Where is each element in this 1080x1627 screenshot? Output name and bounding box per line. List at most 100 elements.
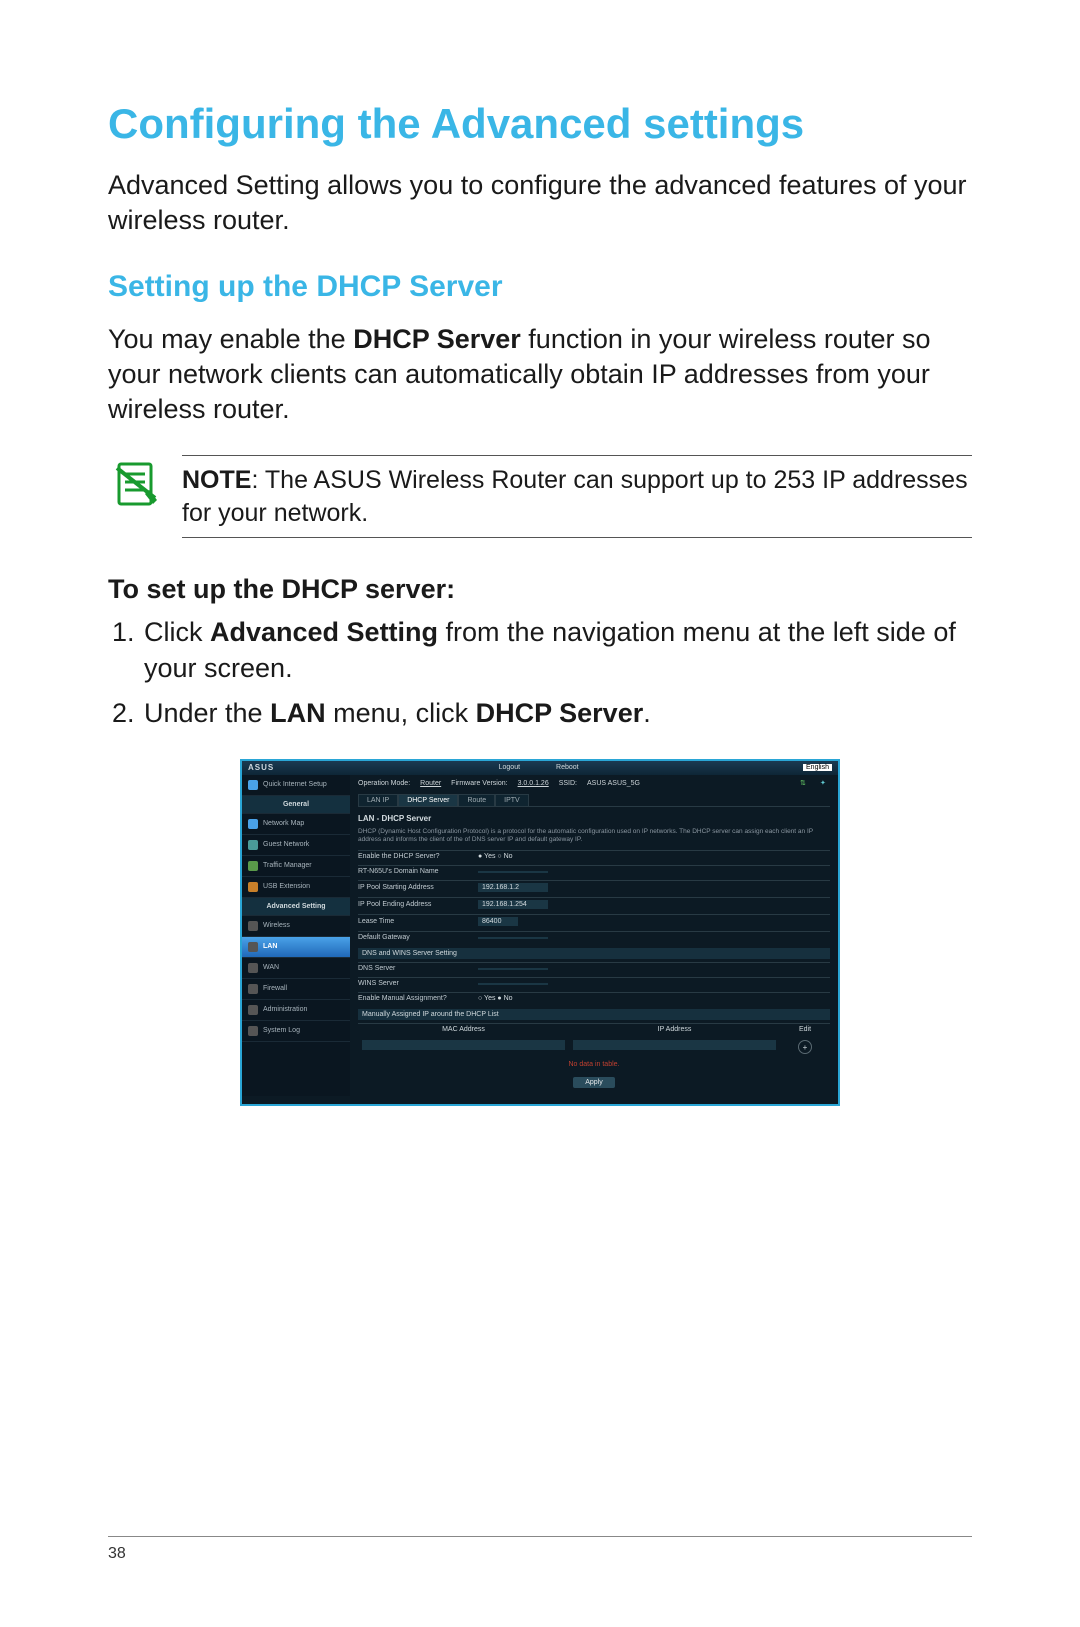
tab-iptv[interactable]: IPTV	[495, 794, 529, 806]
para2-pre: You may enable the	[108, 324, 353, 354]
lease-input[interactable]: 86400	[478, 917, 518, 926]
ssid-value: ASUS ASUS_5G	[587, 780, 640, 787]
step1-bold: Advanced Setting	[210, 617, 438, 647]
note-text: NOTE: The ASUS Wireless Router can suppo…	[182, 455, 972, 538]
sidebar-network-map[interactable]: Network Map	[242, 814, 350, 835]
procedure-heading: To set up the DHCP server:	[108, 574, 972, 605]
ip-start-label: IP Pool Starting Address	[358, 884, 478, 891]
ip-end-input[interactable]: 192.168.1.254	[478, 900, 548, 909]
step2-post: .	[643, 698, 651, 728]
note-label: NOTE	[182, 466, 251, 494]
ip-end-label: IP Pool Ending Address	[358, 901, 478, 908]
sidebar-lan[interactable]: LAN	[242, 937, 350, 958]
note-icon	[108, 455, 164, 511]
brand-logo: ASUS	[248, 763, 274, 772]
step1-pre: Click	[144, 617, 210, 647]
fw-label: Firmware Version:	[451, 780, 507, 787]
tab-bar: LAN IP DHCP Server Route IPTV	[358, 794, 830, 807]
sidebar-label: Guest Network	[263, 841, 309, 848]
no-data-text: No data in table.	[358, 1059, 830, 1070]
ssid-label: SSID:	[559, 780, 577, 787]
dns-section-header: DNS and WINS Server Setting	[358, 948, 830, 959]
mac-input[interactable]	[362, 1040, 565, 1050]
sidebar-administration[interactable]: Administration	[242, 1000, 350, 1021]
step-1: 1. Click Advanced Setting from the navig…	[112, 615, 972, 685]
manual-assign-label: Enable Manual Assignment?	[358, 995, 478, 1002]
step-num: 1.	[112, 615, 144, 685]
sidebar-label: LAN	[263, 943, 277, 950]
panel-title: LAN - DHCP Server	[358, 814, 830, 823]
col-edit: Edit	[780, 1026, 830, 1033]
sidebar-label: Firewall	[263, 985, 287, 992]
main-panel: Operation Mode: Router Firmware Version:…	[350, 775, 838, 1097]
gateway-label: Default Gateway	[358, 934, 478, 941]
sidebar-system-log[interactable]: System Log	[242, 1021, 350, 1042]
reboot-button[interactable]: Reboot	[556, 764, 579, 771]
sidebar-wireless[interactable]: Wireless	[242, 916, 350, 937]
dhcp-paragraph: You may enable the DHCP Server function …	[108, 322, 972, 427]
page-number: 38	[108, 1545, 126, 1563]
para2-bold: DHCP Server	[353, 324, 521, 354]
dns-label: DNS Server	[358, 965, 478, 972]
manual-ip-section-header: Manually Assigned IP around the DHCP Lis…	[358, 1009, 830, 1020]
sidebar-quick-setup[interactable]: Quick Internet Setup	[242, 775, 350, 796]
sidebar-label: Traffic Manager	[263, 862, 312, 869]
footer-rule	[108, 1536, 972, 1537]
ip-input[interactable]	[573, 1040, 776, 1050]
op-mode-label: Operation Mode:	[358, 780, 410, 787]
logout-button[interactable]: Logout	[499, 764, 520, 771]
col-ip: IP Address	[569, 1026, 780, 1033]
sidebar-label: Administration	[263, 1006, 307, 1013]
tab-lan-ip[interactable]: LAN IP	[358, 794, 398, 806]
enable-dhcp-label: Enable the DHCP Server?	[358, 853, 478, 860]
step2-mid: menu, click	[326, 698, 476, 728]
heading-sub: Setting up the DHCP Server	[108, 270, 972, 304]
left-sidebar: Quick Internet Setup General Network Map…	[242, 775, 350, 1097]
language-select[interactable]: English	[803, 764, 832, 771]
sidebar-label: USB Extension	[263, 883, 310, 890]
panel-description: DHCP (Dynamic Host Configuration Protoco…	[358, 828, 830, 844]
manual-assign-radio[interactable]: ○ Yes ● No	[478, 995, 830, 1002]
sidebar-label: System Log	[263, 1027, 300, 1034]
wins-label: WINS Server	[358, 980, 478, 987]
fw-value[interactable]: 3.0.0.1.26	[518, 780, 549, 787]
step-2: 2. Under the LAN menu, click DHCP Server…	[112, 696, 972, 731]
col-mac: MAC Address	[358, 1026, 569, 1033]
heading-main: Configuring the Advanced settings	[108, 100, 972, 148]
sidebar-traffic-manager[interactable]: Traffic Manager	[242, 856, 350, 877]
lease-label: Lease Time	[358, 918, 478, 925]
note-block: NOTE: The ASUS Wireless Router can suppo…	[108, 455, 972, 538]
step-num: 2.	[112, 696, 144, 731]
step2-pre: Under the	[144, 698, 270, 728]
ip-start-input[interactable]: 192.168.1.2	[478, 883, 548, 892]
dns-input[interactable]	[478, 968, 548, 970]
network-status-icon: ✦	[820, 779, 830, 789]
sidebar-usb-extension[interactable]: USB Extension	[242, 877, 350, 898]
step-list: 1. Click Advanced Setting from the navig…	[112, 615, 972, 730]
add-row-button[interactable]: +	[798, 1040, 812, 1054]
sidebar-guest-network[interactable]: Guest Network	[242, 835, 350, 856]
step2-b2: DHCP Server	[476, 698, 644, 728]
sidebar-general-header: General	[242, 796, 350, 814]
wins-input[interactable]	[478, 983, 548, 985]
domain-label: RT-N65U's Domain Name	[358, 868, 478, 875]
sidebar-advanced-header: Advanced Setting	[242, 898, 350, 916]
sidebar-label: Wireless	[263, 922, 290, 929]
sidebar-label: Quick Internet Setup	[263, 781, 327, 788]
sidebar-wan[interactable]: WAN	[242, 958, 350, 979]
note-body: : The ASUS Wireless Router can support u…	[182, 466, 968, 527]
apply-button[interactable]: Apply	[573, 1077, 615, 1088]
tab-dhcp-server[interactable]: DHCP Server	[398, 794, 458, 806]
tab-route[interactable]: Route	[458, 794, 495, 806]
sidebar-label: Network Map	[263, 820, 304, 827]
domain-input[interactable]	[478, 871, 548, 873]
step2-b1: LAN	[270, 698, 326, 728]
router-ui-screenshot: ASUS Logout Reboot English Quick Interne…	[240, 759, 840, 1107]
op-mode-value[interactable]: Router	[420, 780, 441, 787]
sidebar-firewall[interactable]: Firewall	[242, 979, 350, 1000]
enable-dhcp-radio[interactable]: ● Yes ○ No	[478, 853, 830, 860]
gateway-input[interactable]	[478, 937, 548, 939]
sidebar-label: WAN	[263, 964, 279, 971]
usb-status-icon: ⇅	[800, 779, 810, 789]
intro-paragraph: Advanced Setting allows you to configure…	[108, 168, 972, 238]
